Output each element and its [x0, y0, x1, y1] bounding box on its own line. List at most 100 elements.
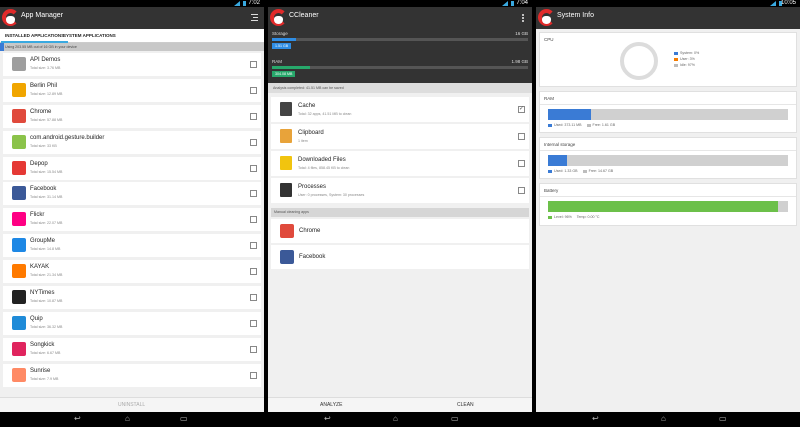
- back-icon[interactable]: ↩: [324, 415, 331, 423]
- app-checkbox[interactable]: [250, 164, 257, 172]
- storage-usage-text: Using 203.55 MB out of 16 GB in your dev…: [5, 45, 77, 49]
- cpu-legend-text: Idle: 97%: [680, 63, 695, 67]
- app-size: Total size: 6.67 MB: [30, 350, 61, 355]
- ccleaner-logo-icon[interactable]: [270, 9, 287, 27]
- app-checkbox[interactable]: [250, 61, 257, 68]
- app-checkbox[interactable]: [250, 319, 257, 327]
- recents-icon[interactable]: ▭: [180, 415, 188, 423]
- tab-system-applications[interactable]: SYSTEM APPLICATIONS: [63, 33, 116, 38]
- facebook-icon: [12, 186, 26, 201]
- battery-temp-text: Temp: 0.00 °C: [576, 215, 600, 219]
- cleaning-item[interactable]: Clipboard 1 item: [271, 124, 529, 149]
- ram-bar-fill: [272, 66, 311, 69]
- app-checkbox[interactable]: [250, 190, 257, 198]
- bottom-action-bar: ANALYZE CLEAN: [268, 397, 532, 412]
- sort-menu-icon[interactable]: [251, 14, 258, 21]
- app-size: Total size: 14.8 MB: [30, 247, 61, 252]
- cleaning-item-checkbox[interactable]: [518, 133, 525, 140]
- home-icon[interactable]: ⌂: [661, 415, 666, 423]
- action-bar: System Info: [536, 7, 800, 29]
- cleaning-item-checkbox[interactable]: [518, 160, 525, 167]
- screen-title: CCleaner: [289, 12, 319, 19]
- chrome-icon: [280, 224, 294, 238]
- internal-storage-fill: [548, 155, 568, 166]
- recents-icon[interactable]: ▭: [451, 415, 459, 423]
- battery-legend: Level: 96% Temp: 0.00 °C: [548, 215, 604, 219]
- cleaning-list: Cache Total: 32 apps, 41.51 MB to clean Cl…: [271, 97, 529, 205]
- app-list-item[interactable]: NYTimes Total size: 10.87 MB: [3, 286, 261, 310]
- ccleaner-logo-icon[interactable]: [538, 9, 555, 27]
- cleaning-item[interactable]: Downloaded Files Total: 4 files, 858.45 K…: [271, 151, 529, 176]
- legend-swatch: [674, 58, 678, 61]
- app-size: Total size: 10.87 MB: [30, 299, 63, 304]
- app-checkbox[interactable]: [250, 371, 257, 379]
- back-icon[interactable]: ↩: [74, 415, 81, 423]
- app-list-item[interactable]: API Demos Total size: 3.76 MB: [3, 53, 261, 76]
- status-bar: 7:02: [0, 0, 264, 7]
- internal-storage-label: Internal storage: [544, 142, 576, 147]
- nytimes-icon: [12, 290, 26, 305]
- overflow-menu-icon[interactable]: [519, 14, 526, 22]
- app-size: Total size: 12.89 MB: [30, 91, 63, 96]
- cpu-legend: System: 0% User: 3% Idle: 97%: [674, 51, 699, 69]
- clean-button[interactable]: CLEAN: [457, 402, 474, 408]
- cleaning-item-detail: 1 item: [298, 139, 308, 143]
- app-list-item[interactable]: Flickr Total size: 22.07 MB: [3, 208, 261, 232]
- depop-icon: [12, 160, 26, 175]
- tab-installed-applications[interactable]: INSTALLED APPLICATIONS: [0, 33, 69, 43]
- ram-free-text: Free: 1.61 GB: [592, 123, 616, 127]
- storage-bar: [272, 38, 528, 41]
- action-bar: App Manager: [0, 7, 264, 29]
- storage-bar-fill: [272, 38, 297, 41]
- app-list-item[interactable]: GroupMe Total size: 14.8 MB: [3, 234, 261, 258]
- ram-label: RAM: [544, 96, 554, 101]
- home-icon[interactable]: ⌂: [125, 415, 130, 423]
- app-list-item[interactable]: Facebook Total size: 31.14 MB: [3, 182, 261, 206]
- app-list-item[interactable]: Songkick Total size: 6.67 MB: [3, 337, 261, 361]
- app-name: com.android.gesture.builder: [30, 134, 105, 141]
- app-list-item[interactable]: Sunrise Total size: 7.9 MB: [3, 363, 261, 387]
- back-icon[interactable]: ↩: [592, 415, 599, 423]
- processes-icon: [280, 183, 292, 197]
- app-checkbox[interactable]: [250, 268, 257, 276]
- ram-card: RAM Used: 373.11 MB Free: 1.61 GB: [539, 91, 797, 133]
- app-list-item[interactable]: KAYAK Total size: 21.34 MB: [3, 260, 261, 284]
- flickr-icon: [12, 212, 26, 227]
- app-list-item[interactable]: com.android.gesture.builder Total size: 3…: [3, 130, 261, 154]
- cleaning-item-checkbox[interactable]: [518, 105, 525, 113]
- app-checkbox[interactable]: [250, 294, 257, 302]
- app-name: Flickr: [30, 212, 45, 219]
- app-checkbox[interactable]: [250, 112, 257, 120]
- battery-level-fill: [548, 201, 779, 212]
- cleaning-item[interactable]: Processes User: 0 processes, System: 30 p…: [271, 178, 529, 203]
- app-checkbox[interactable]: [250, 216, 257, 224]
- app-name: Sunrise: [30, 367, 51, 374]
- app-checkbox[interactable]: [250, 86, 257, 94]
- ccleaner-logo-icon[interactable]: [2, 9, 19, 27]
- analyze-button[interactable]: ANALYZE: [320, 402, 342, 408]
- uninstall-button[interactable]: UNINSTALL: [118, 402, 145, 408]
- app-list-item[interactable]: Depop Total size: 15.54 MB: [3, 156, 261, 180]
- navigation-bar: ↩ ⌂ ▭: [0, 412, 264, 427]
- cleaning-item-checkbox[interactable]: [518, 187, 525, 194]
- recents-icon[interactable]: ▭: [719, 415, 727, 423]
- action-bar: CCleaner: [268, 7, 532, 29]
- manual-cleaning-item[interactable]: Facebook: [271, 245, 529, 269]
- internal-used-text: Used: 1.33 GB: [554, 169, 578, 173]
- app-list-item[interactable]: Chrome Total size: 57.88 MB: [3, 104, 261, 128]
- battery-level-bar: [548, 201, 788, 212]
- app-checkbox[interactable]: [250, 138, 257, 146]
- cleaning-item-name: Clipboard: [298, 130, 324, 136]
- app-checkbox[interactable]: [250, 242, 257, 250]
- legend-swatch: [674, 52, 678, 55]
- home-icon[interactable]: ⌂: [393, 415, 398, 423]
- app-list-item[interactable]: Quip Total size: 36.32 MB: [3, 311, 261, 335]
- app-checkbox[interactable]: [250, 345, 257, 353]
- app-list-item[interactable]: Berlin Phil Total size: 12.89 MB: [3, 78, 261, 102]
- manual-cleaning-item[interactable]: Chrome: [271, 219, 529, 243]
- cpu-legend-text: User: 3%: [680, 57, 695, 61]
- berlin-phil-icon: [12, 82, 26, 97]
- internal-free-text: Free: 14.67 GB: [588, 169, 614, 173]
- system-info-screen: 10:05 System Info CPU System: 0% User: 3%…: [536, 0, 800, 427]
- cleaning-item[interactable]: Cache Total: 32 apps, 41.51 MB to clean: [271, 97, 529, 122]
